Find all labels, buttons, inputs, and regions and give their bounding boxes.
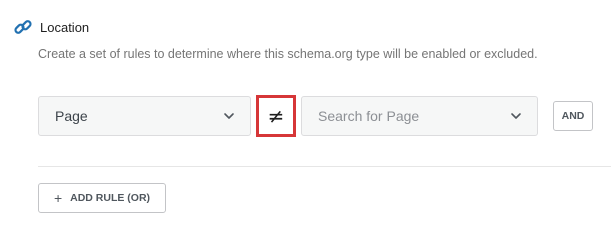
and-button[interactable]: AND (553, 101, 593, 131)
link-icon (14, 20, 32, 34)
rule-type-select[interactable]: Page (38, 96, 251, 136)
chevron-down-icon (511, 113, 521, 119)
add-rule-or-button[interactable]: + ADD RULE (OR) (38, 183, 166, 213)
rule-value-search-select[interactable]: Search for Page (301, 96, 538, 136)
section-header: Location (13, 17, 89, 37)
operator-label: ≠ (267, 104, 285, 128)
divider (38, 166, 611, 167)
section-title: Location (40, 19, 90, 35)
add-rule-label: ADD RULE (OR) (70, 192, 151, 204)
plus-icon: + (53, 190, 63, 206)
operator-toggle[interactable]: ≠ (256, 95, 296, 137)
chevron-down-icon (224, 113, 234, 119)
section-description: Create a set of rules to determine where… (38, 47, 538, 61)
rule-type-value: Page (55, 108, 88, 124)
location-rules-panel: Location Create a set of rules to determ… (0, 0, 611, 245)
rule-value-placeholder: Search for Page (318, 108, 420, 124)
